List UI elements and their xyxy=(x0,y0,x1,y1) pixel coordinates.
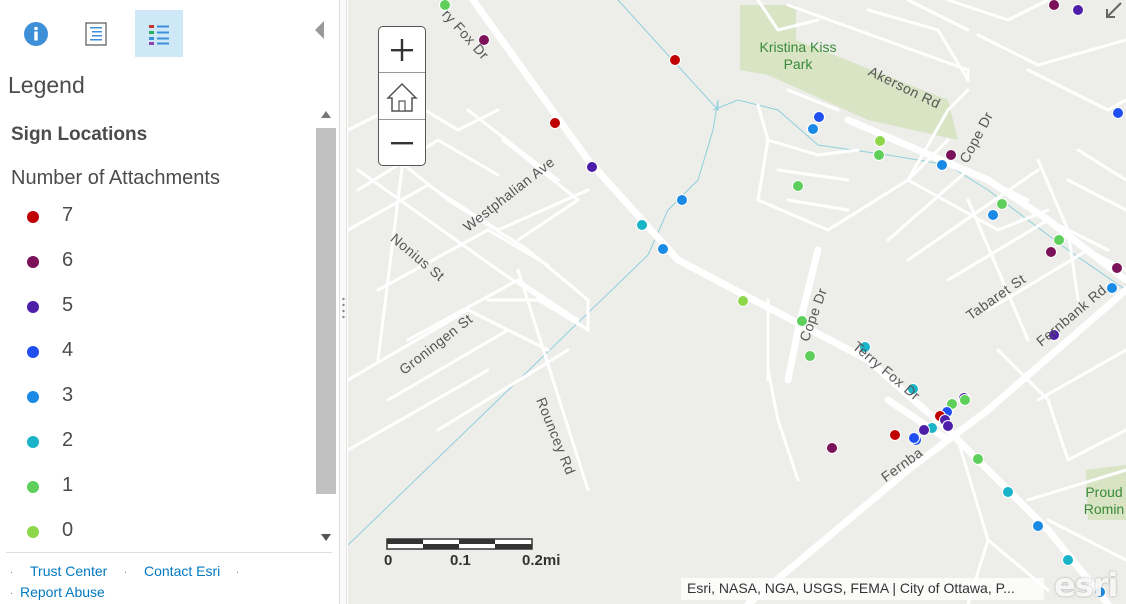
splitter-grip-icon[interactable] xyxy=(342,296,345,322)
basemap xyxy=(348,0,1126,604)
plus-icon xyxy=(391,38,413,61)
legend-label: 7 xyxy=(62,204,74,226)
map-view[interactable]: Kristina Kiss Park Proud Romin ry Fox Dr… xyxy=(348,0,1126,604)
esri-logo: esri xyxy=(1054,566,1118,604)
scroll-up-arrow-icon xyxy=(321,111,331,118)
legend-swatch-icon xyxy=(27,481,39,493)
minus-icon xyxy=(391,142,413,145)
legend-item: 1 xyxy=(0,467,300,507)
legend-item: 6 xyxy=(0,242,300,282)
report-abuse-link[interactable]: Report Abuse xyxy=(20,584,105,600)
field-title: Number of Attachments xyxy=(11,167,220,189)
legend-item: 2 xyxy=(0,422,300,462)
chevron-left-icon xyxy=(315,21,324,39)
scale-label-2: 0.2mi xyxy=(522,552,561,569)
layer-title: Sign Locations xyxy=(11,124,148,145)
about-button[interactable] xyxy=(12,10,60,57)
map-attribution[interactable]: Esri, NASA, NGA, USGS, FEMA | City of Ot… xyxy=(681,578,1044,600)
zoom-in-button[interactable] xyxy=(379,27,425,73)
legend-label: 2 xyxy=(62,429,74,451)
scale-label-0: 0 xyxy=(384,552,393,569)
content-list-icon xyxy=(85,21,107,46)
legend-swatch-icon xyxy=(27,526,39,538)
legend-item: 7 xyxy=(0,197,300,237)
park-label-proud-line2: Romin xyxy=(1083,501,1125,517)
contact-esri-link[interactable]: Contact Esri xyxy=(144,563,220,579)
legend-swatch-icon xyxy=(27,256,39,268)
legend-swatch-icon xyxy=(27,346,39,358)
scale-bar-graphic xyxy=(386,538,533,550)
zoom-controls xyxy=(378,26,426,166)
scroll-thumb[interactable] xyxy=(316,128,336,494)
scale-label-1: 0.1 xyxy=(450,552,471,569)
side-panel: Legend Sign Locations Number of Attachme… xyxy=(0,0,340,604)
legend-button[interactable] xyxy=(135,10,183,57)
home-icon xyxy=(386,82,418,112)
legend-content: Sign Locations Number of Attachments 7 6 5… xyxy=(0,104,340,548)
legend-swatch-icon xyxy=(27,211,39,223)
footer-separator: . xyxy=(124,565,127,576)
legend-label: 5 xyxy=(62,294,74,316)
content-button[interactable] xyxy=(72,10,120,57)
legend-label: 0 xyxy=(62,519,74,541)
legend-swatch-icon xyxy=(27,391,39,403)
legend-item: 5 xyxy=(0,287,300,327)
legend-label: 6 xyxy=(62,249,74,271)
trust-center-link[interactable]: Trust Center xyxy=(30,563,107,579)
footer-separator: . xyxy=(10,565,13,576)
park-label-proud: Proud xyxy=(1085,484,1123,500)
legend-list-icon xyxy=(149,24,169,45)
panel-footer: . Trust Center . Contact Esri . . Report… xyxy=(6,552,332,604)
park-label-kristina-kiss: Kristina Kiss Park xyxy=(759,39,837,72)
legend-item: 4 xyxy=(0,332,300,372)
expand-arrow-icon[interactable] xyxy=(1102,0,1124,22)
zoom-out-button[interactable] xyxy=(379,120,425,166)
legend-item: 3 xyxy=(0,377,300,417)
legend-label: 1 xyxy=(62,474,74,496)
collapse-panel-button[interactable] xyxy=(312,18,328,42)
footer-separator: . xyxy=(10,586,13,597)
legend-label: 4 xyxy=(62,339,74,361)
info-icon xyxy=(24,21,48,46)
app-window: Legend Sign Locations Number of Attachme… xyxy=(0,0,1126,604)
scale-bar: 0 0.1 0.2mi xyxy=(384,538,560,574)
legend-label: 3 xyxy=(62,384,74,406)
legend-title: Legend xyxy=(8,72,85,98)
legend-swatch-icon xyxy=(27,301,39,313)
legend-swatch-icon xyxy=(27,436,39,448)
scroll-down-arrow-icon xyxy=(321,534,331,541)
home-button[interactable] xyxy=(379,74,425,120)
legend-item: 0 xyxy=(0,512,300,548)
footer-separator: . xyxy=(236,565,239,576)
